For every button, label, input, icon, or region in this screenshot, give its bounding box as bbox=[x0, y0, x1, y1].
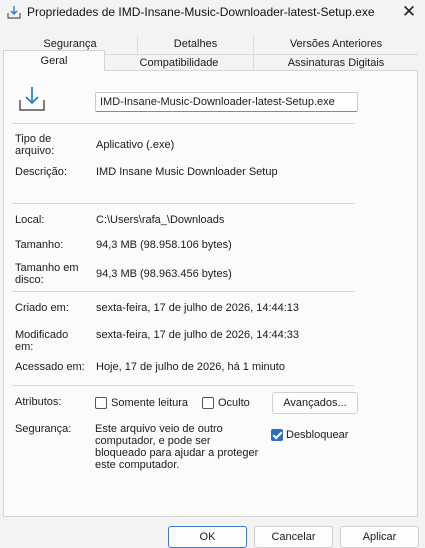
description-value: IMD Insane Music Downloader Setup bbox=[96, 166, 278, 178]
size-label: Tamanho: bbox=[15, 239, 64, 251]
description-label: Descrição: bbox=[15, 166, 67, 178]
cancel-button[interactable]: Cancelar bbox=[254, 526, 333, 548]
unblock-label[interactable]: Desbloquear bbox=[286, 429, 348, 441]
divider bbox=[12, 385, 355, 386]
ok-button[interactable]: OK bbox=[168, 526, 247, 548]
accessed-value: Hoje, 17 de julho de 2026, há 1 minuto bbox=[96, 361, 285, 373]
size-value: 94,3 MB (98.958.106 bytes) bbox=[96, 239, 232, 251]
type-value: Aplicativo (.exe) bbox=[96, 139, 175, 151]
window-title: Propriedades de IMD-Insane-Music-Downloa… bbox=[27, 5, 375, 19]
security-text: Este arquivo veio de outro computador, e… bbox=[95, 423, 259, 471]
divider bbox=[12, 203, 355, 204]
modified-label: Modificado em: bbox=[15, 329, 69, 353]
download-file-icon bbox=[17, 84, 47, 117]
tab-detalhes[interactable]: Detalhes bbox=[137, 36, 253, 53]
readonly-label[interactable]: Somente leitura bbox=[111, 397, 188, 409]
tab-compatibilidade[interactable]: Compatibilidade bbox=[105, 54, 253, 71]
divider bbox=[12, 291, 355, 292]
attributes-label: Atributos: bbox=[15, 396, 62, 408]
type-label: Tipo de arquivo: bbox=[15, 133, 55, 157]
readonly-checkbox[interactable] bbox=[95, 397, 107, 409]
filename-field[interactable]: IMD-Insane-Music-Downloader-latest-Setup… bbox=[95, 92, 358, 112]
location-value: C:\Users\rafa_\Downloads bbox=[96, 214, 225, 226]
apply-button[interactable]: Aplicar bbox=[340, 526, 419, 548]
accessed-label: Acessado em: bbox=[15, 361, 85, 373]
modified-value: sexta-feira, 17 de julho de 2026, 14:44:… bbox=[96, 329, 300, 341]
security-label: Segurança: bbox=[15, 423, 72, 435]
tab-versoes-anteriores[interactable]: Versões Anteriores bbox=[253, 36, 418, 53]
filename-value: IMD-Insane-Music-Downloader-latest-Setup… bbox=[100, 96, 335, 108]
hidden-checkbox[interactable] bbox=[202, 397, 214, 409]
created-label: Criado em: bbox=[15, 302, 69, 314]
tab-assinaturas-digitais[interactable]: Assinaturas Digitais bbox=[253, 54, 418, 71]
location-label: Local: bbox=[15, 214, 45, 226]
hidden-label[interactable]: Oculto bbox=[218, 397, 250, 409]
title-bar: Propriedades de IMD-Insane-Music-Downloa… bbox=[0, 0, 425, 26]
unblock-checkbox[interactable] bbox=[271, 429, 283, 441]
created-value: sexta-feira, 17 de julho de 2026, 14:44:… bbox=[96, 302, 300, 314]
tab-geral[interactable]: Geral bbox=[3, 50, 105, 71]
advanced-button[interactable]: Avançados... bbox=[272, 392, 358, 414]
divider bbox=[12, 123, 355, 124]
disk-size-label: Tamanho em disco: bbox=[15, 262, 79, 286]
close-button[interactable]: ✕ bbox=[396, 1, 422, 23]
download-file-icon bbox=[6, 4, 22, 23]
disk-size-value: 94,3 MB (98.963.456 bytes) bbox=[96, 268, 232, 280]
